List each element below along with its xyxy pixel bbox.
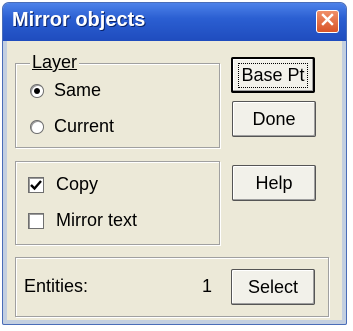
current-radio[interactable] bbox=[30, 119, 44, 134]
same-radio[interactable] bbox=[30, 83, 44, 98]
done-button[interactable]: Done bbox=[232, 101, 316, 137]
close-button[interactable] bbox=[316, 10, 339, 33]
entities-label: Entities: bbox=[24, 276, 89, 296]
title-bar[interactable]: Mirror objects bbox=[3, 3, 346, 41]
layer-option-same[interactable]: Same bbox=[30, 80, 101, 101]
layer-group: Layer Same Current bbox=[15, 52, 220, 148]
entities-count: 1 bbox=[202, 276, 213, 296]
options-group: Copy Mirror text bbox=[15, 161, 220, 245]
mirror-text-checkbox[interactable] bbox=[28, 212, 44, 229]
current-label: Current bbox=[54, 116, 115, 136]
help-button[interactable]: Help bbox=[232, 165, 316, 201]
select-button[interactable]: Select bbox=[231, 269, 315, 305]
copy-checkbox[interactable] bbox=[28, 176, 44, 193]
help-label: Help bbox=[255, 172, 293, 193]
mirror-objects-dialog: Mirror objects Layer Same Current Copy M… bbox=[2, 2, 347, 325]
layer-option-current[interactable]: Current bbox=[30, 116, 114, 137]
close-icon bbox=[321, 12, 334, 31]
base-pt-button[interactable]: Base Pt bbox=[231, 57, 315, 93]
entities-group: Entities: 1 Select bbox=[15, 257, 329, 317]
dialog-client-area: Layer Same Current Copy Mirror text Base… bbox=[7, 41, 342, 320]
layer-group-label: Layer bbox=[30, 52, 80, 73]
same-label: Same bbox=[54, 80, 102, 100]
mirror-text-option[interactable]: Mirror text bbox=[28, 210, 137, 231]
done-label: Done bbox=[252, 108, 296, 129]
copy-option[interactable]: Copy bbox=[28, 174, 98, 195]
window-title: Mirror objects bbox=[12, 9, 146, 31]
mirror-text-label: Mirror text bbox=[56, 210, 137, 230]
copy-label: Copy bbox=[56, 174, 99, 194]
select-label: Select bbox=[247, 276, 299, 297]
base-pt-label: Base Pt bbox=[238, 62, 308, 88]
